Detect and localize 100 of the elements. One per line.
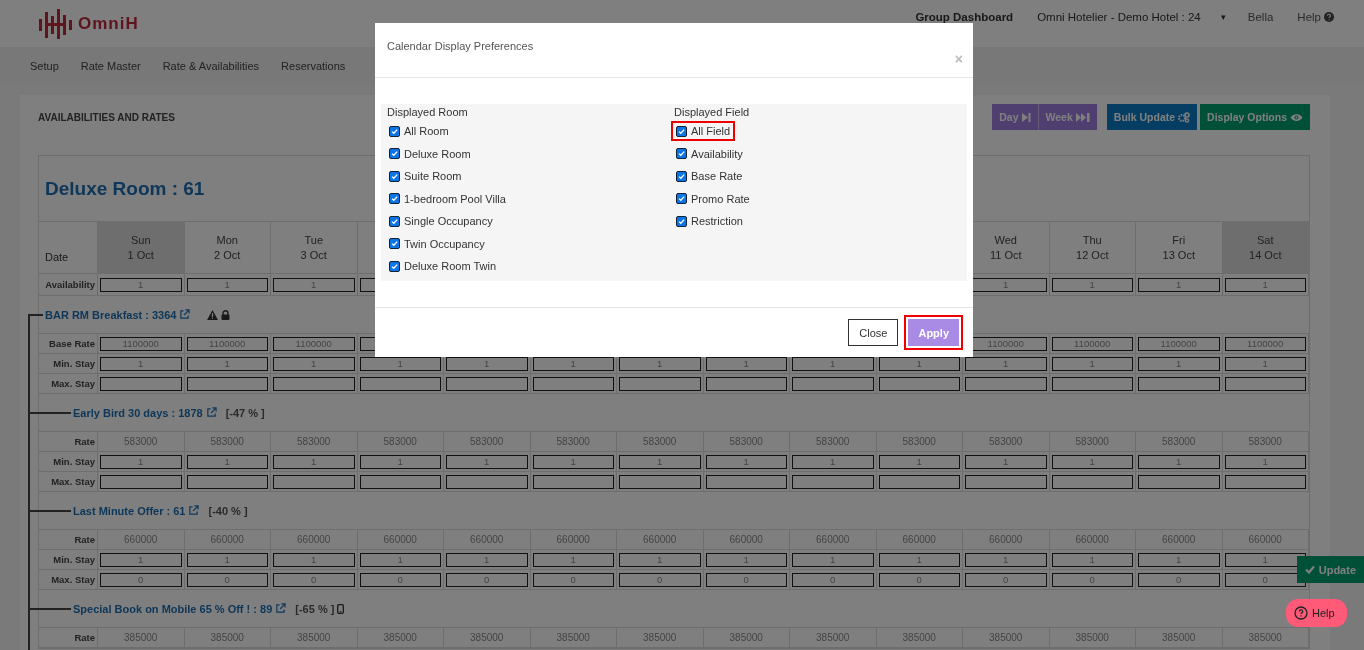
help-link[interactable]: Help [1297, 10, 1334, 23]
rate-input[interactable] [446, 376, 528, 391]
rate-input[interactable] [1224, 376, 1306, 391]
external-link-icon[interactable] [275, 603, 287, 614]
rate-input[interactable] [359, 474, 441, 489]
rate-input[interactable]: 1100000 [1138, 336, 1220, 351]
update-button[interactable]: Update [1296, 556, 1364, 583]
availability-input[interactable]: 1 [1051, 277, 1133, 292]
rate-input[interactable]: 1 [705, 454, 787, 469]
week-button[interactable]: Week [1038, 104, 1097, 130]
rate-input[interactable]: 1 [532, 454, 614, 469]
rate-input[interactable]: 1 [1051, 552, 1133, 567]
external-link-icon[interactable] [179, 309, 191, 320]
rate-input[interactable]: 1 [1051, 454, 1133, 469]
rate-input[interactable]: 1 [1224, 454, 1306, 469]
rate-plan-link[interactable]: Early Bird 30 days : 1878 [73, 406, 203, 419]
checkbox[interactable] [389, 215, 400, 227]
display-button[interactable]: Display Options [1200, 104, 1310, 130]
rate-input[interactable] [1224, 474, 1306, 489]
rate-input[interactable] [792, 376, 874, 391]
rate-input[interactable]: 1 [1051, 356, 1133, 371]
checkbox[interactable] [389, 238, 400, 250]
rate-input[interactable] [1138, 376, 1220, 391]
checkbox[interactable] [676, 148, 687, 160]
day-button[interactable]: Day [992, 104, 1039, 130]
rate-input[interactable] [965, 474, 1047, 489]
rate-input[interactable]: 1 [186, 454, 268, 469]
rate-input[interactable]: 1 [359, 552, 441, 567]
close-icon[interactable]: × [954, 51, 963, 67]
rate-input[interactable] [446, 474, 528, 489]
group-dashboard-link[interactable]: Group Dashboard [915, 10, 1014, 23]
rate-input[interactable] [878, 376, 960, 391]
rate-input[interactable] [100, 474, 182, 489]
rate-input[interactable]: 1100000 [273, 336, 355, 351]
help-button[interactable]: Help [1286, 599, 1347, 627]
rate-input[interactable]: 1 [1224, 356, 1306, 371]
rate-input[interactable] [705, 474, 787, 489]
checkbox[interactable] [676, 193, 687, 205]
checkbox[interactable] [389, 148, 400, 160]
rate-input[interactable]: 1 [878, 552, 960, 567]
rate-input[interactable] [273, 474, 355, 489]
rate-input[interactable]: 1100000 [100, 336, 182, 351]
availability-input[interactable]: 1 [1224, 277, 1306, 292]
rate-input[interactable] [186, 474, 268, 489]
rate-input[interactable]: 1 [186, 356, 268, 371]
checkbox[interactable] [389, 125, 400, 137]
rate-input[interactable]: 1 [878, 454, 960, 469]
availability-input[interactable]: 1 [186, 277, 268, 292]
rate-cell: 660000 [617, 530, 704, 550]
nav-item[interactable]: Setup [30, 60, 59, 72]
rate-input[interactable] [878, 474, 960, 489]
rate-plan-link[interactable]: Special Book on Mobile 65 % Off ! : 89 [73, 602, 273, 615]
rate-input[interactable]: 1 [532, 552, 614, 567]
rate-cell: 385000 [617, 628, 704, 648]
checkbox[interactable] [389, 193, 400, 205]
rate-input[interactable]: 1100000 [186, 336, 268, 351]
rate-plan-link[interactable]: Last Minute Offer : 61 [73, 504, 186, 517]
rate-input[interactable] [705, 376, 787, 391]
rate-input[interactable]: 1 [186, 552, 268, 567]
checkbox[interactable] [676, 125, 687, 137]
rate-input[interactable] [1051, 376, 1133, 391]
option-label: Suite Room [404, 170, 462, 183]
rate-input[interactable] [186, 376, 268, 391]
dropdown-caret[interactable]: ▾ [1220, 11, 1226, 22]
rate-input[interactable]: 1100000 [1224, 336, 1306, 351]
rate-input[interactable] [619, 376, 701, 391]
checkbox[interactable] [676, 215, 687, 227]
nav-item[interactable]: Rate & Availabilities [162, 60, 260, 72]
rate-input[interactable] [273, 376, 355, 391]
checkbox[interactable] [676, 170, 687, 182]
rate-input[interactable] [532, 474, 614, 489]
checkbox[interactable] [389, 260, 400, 272]
rate-plan-link[interactable]: BAR RM Breakfast : 3364 [45, 308, 177, 321]
close-button[interactable]: Close [848, 319, 899, 346]
checkbox[interactable] [389, 170, 400, 182]
nav-item[interactable]: Rate Master [80, 60, 141, 72]
rate-input[interactable]: 1 [705, 552, 787, 567]
external-link-icon[interactable] [205, 407, 217, 418]
external-link-icon[interactable] [188, 505, 200, 516]
rate-input[interactable]: 1 [359, 454, 441, 469]
apply-button[interactable]: Apply [908, 319, 959, 346]
rate-input[interactable] [359, 376, 441, 391]
rate-input[interactable] [792, 474, 874, 489]
rate-input[interactable] [532, 376, 614, 391]
rate-input[interactable] [619, 474, 701, 489]
rate-cell: 385000 [357, 628, 444, 648]
rate-cell: 583000 [98, 432, 185, 452]
user-menu[interactable]: Bella [1247, 10, 1274, 23]
rate-cell: 385000 [1222, 628, 1309, 648]
rate-input[interactable]: 1100000 [1051, 336, 1133, 351]
column-heading: Displayed Field [674, 106, 751, 118]
rate-cell: 385000 [790, 628, 877, 648]
bulk-button[interactable]: Bulk Update [1106, 104, 1198, 130]
rate-input[interactable] [965, 376, 1047, 391]
rate-input[interactable] [1138, 474, 1220, 489]
rate-input[interactable] [100, 376, 182, 391]
rate-input[interactable] [1051, 474, 1133, 489]
nav-item[interactable]: Reservations [281, 60, 346, 72]
hotel-selector[interactable]: Omni Hotelier - Demo Hotel : 24 [1037, 10, 1201, 23]
rate-input[interactable]: 1 [1224, 552, 1306, 567]
